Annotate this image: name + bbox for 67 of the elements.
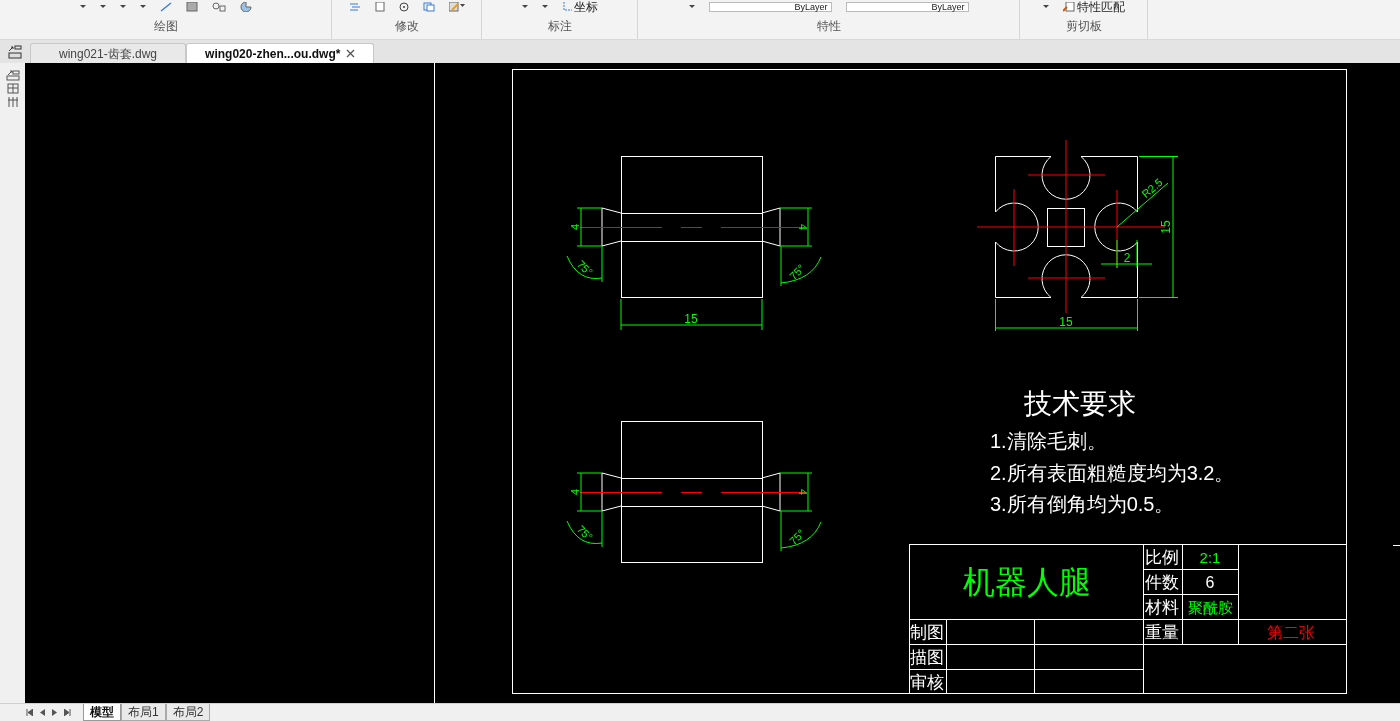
dimension-label: 2 — [1123, 251, 1131, 265]
property-label: 件数 — [1145, 572, 1179, 592]
signature-label: 制图 — [910, 622, 944, 642]
dimension-label: 75° — [786, 261, 808, 283]
tool-label[interactable]: 特性匹配 — [1076, 0, 1125, 13]
dimension-label: 4 — [797, 223, 809, 231]
property-label: 材料 — [1145, 597, 1179, 617]
part-name: 机器人腿 — [963, 564, 1091, 600]
tick-mark — [1392, 545, 1400, 546]
last-page-icon[interactable] — [64, 709, 71, 716]
sheet-number: 第二张 — [1267, 623, 1315, 641]
previous-page-icon[interactable] — [40, 709, 45, 716]
caret-icon[interactable] — [139, 5, 146, 8]
dimension-label: 75° — [786, 526, 808, 548]
property-value: 2:1 — [1199, 548, 1221, 566]
dimension-label: 4 — [797, 488, 809, 496]
layout-tab[interactable]: 模型 — [83, 704, 121, 721]
tool-label[interactable]: 坐标 — [573, 0, 598, 13]
panel-icon[interactable] — [5, 69, 20, 109]
dimension-label: 15 — [1059, 315, 1073, 329]
requirement-text: 2.所有表面粗糙度均为3.2。 — [990, 461, 1235, 484]
panel-toggle-icon[interactable] — [8, 44, 22, 59]
dimension-label: 4 — [569, 488, 581, 496]
requirement-text: 1.清除毛刺。 — [990, 430, 1107, 452]
dimension-label: 15 — [1159, 220, 1173, 234]
layout-tab[interactable]: 布局1 — [121, 704, 166, 721]
ribbon-group-label: 标注 — [547, 18, 572, 35]
region-icon[interactable] — [239, 1, 252, 12]
dimension-label: 15 — [684, 312, 698, 326]
target-icon[interactable] — [398, 1, 409, 12]
copy-icon[interactable] — [422, 1, 435, 12]
property-value: 6 — [1205, 573, 1215, 591]
signature-label: 审核 — [910, 672, 944, 692]
linetype-field[interactable]: ByLayer — [845, 1, 969, 12]
requirements-heading: 技术要求 — [1024, 387, 1136, 419]
layout-tab[interactable]: 布局2 — [165, 704, 211, 721]
ribbon-group-label: 绘图 — [153, 18, 178, 35]
match-properties-icon[interactable] — [1062, 1, 1075, 12]
ribbon-group-label: 剪切板 — [1065, 18, 1102, 35]
edit-icon[interactable] — [448, 1, 465, 12]
caret-icon[interactable] — [119, 5, 126, 8]
close-icon[interactable] — [346, 49, 356, 58]
hatch-icon[interactable] — [185, 1, 198, 12]
caret-icon[interactable] — [99, 5, 106, 8]
requirement-text: 3.所有倒角均为0.5。 — [990, 493, 1175, 515]
caret-icon[interactable] — [521, 5, 528, 8]
line-icon[interactable] — [159, 1, 172, 12]
dimension-label: 75° — [574, 257, 596, 279]
document-tab[interactable]: wing021-齿套.dwg — [30, 43, 187, 63]
caret-icon[interactable] — [79, 5, 86, 8]
shapes-icon[interactable] — [211, 1, 226, 12]
linetype-field[interactable]: ByLayer — [708, 1, 832, 12]
caret-icon[interactable] — [688, 5, 695, 8]
document-tab[interactable]: wing020-zhen...ou.dwg* — [186, 43, 375, 63]
signature-label: 描图 — [910, 647, 944, 667]
property-label: 比例 — [1145, 547, 1179, 567]
property-label: 重量 — [1145, 622, 1179, 642]
next-page-icon[interactable] — [52, 709, 57, 716]
dimension-label: 4 — [569, 223, 581, 231]
document-icon[interactable] — [374, 1, 385, 12]
dimension-label: 75° — [574, 522, 596, 544]
first-page-icon[interactable] — [26, 709, 33, 716]
property-value: 聚酰胺 — [1187, 598, 1233, 616]
caret-icon[interactable] — [1042, 5, 1049, 8]
ribbon-group-label: 修改 — [394, 18, 419, 35]
caret-icon[interactable] — [541, 5, 548, 8]
ribbon-group-label: 特性 — [816, 18, 841, 35]
